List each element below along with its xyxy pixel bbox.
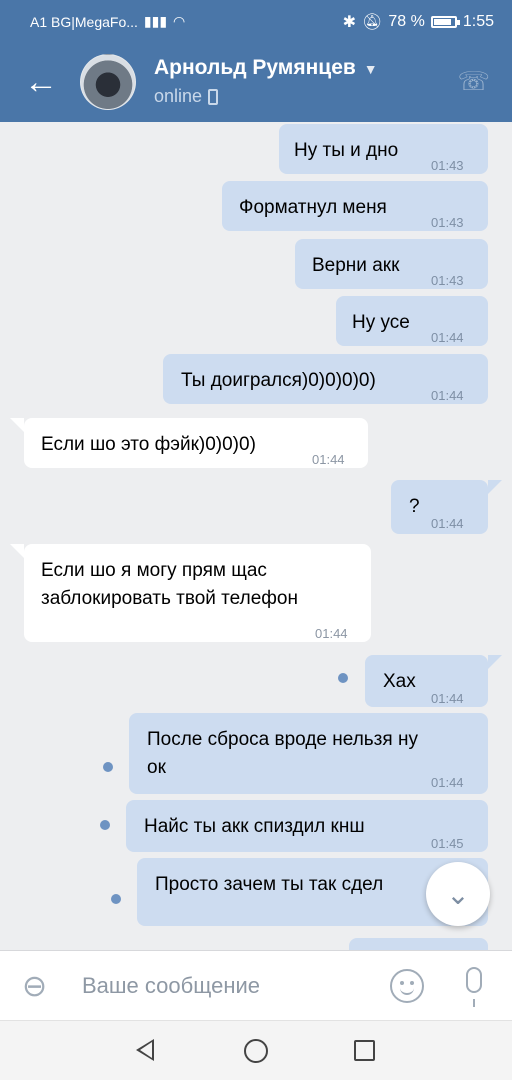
message-composer: ⊘ Ваше сообщение	[0, 950, 512, 1020]
message-bubble[interactable]: Если шо я могу прям щас заблокировать тв…	[24, 544, 371, 642]
nav-back-icon[interactable]	[136, 1039, 154, 1061]
message-time: 01:44	[431, 388, 464, 403]
mobile-icon	[208, 88, 219, 105]
message-time: 01:43	[431, 158, 464, 173]
wifi-icon: ◠	[173, 13, 186, 29]
message-text: После сброса вроде нельзя ну ок	[147, 729, 418, 778]
message-bubble[interactable]: Верни акк 01:43	[295, 239, 488, 289]
message-time: 01:44	[315, 626, 348, 641]
message-text: Найс ты акк спиздил кнш	[144, 816, 365, 837]
smile-icon[interactable]	[390, 969, 424, 1003]
carrier-label: A1 BG|MegaFo...	[30, 13, 138, 30]
message-time: 01:43	[431, 273, 464, 288]
contact-name: Арнольд Румянцев	[154, 56, 356, 79]
chat-header: ← Арнольд Румянцев ▼ online ☏	[0, 42, 512, 122]
system-nav-bar	[0, 1020, 512, 1080]
message-text: Если шо я могу прям щас заблокировать тв…	[41, 560, 298, 609]
bubble-tail	[488, 655, 502, 669]
message-text: Ну усе	[352, 312, 410, 333]
message-text: Ты доигрался)0)0)0)0)	[181, 370, 376, 391]
unread-dot	[338, 673, 348, 683]
message-bubble[interactable]: Если шо это фэйк)0)0)0) 01:44	[24, 418, 368, 468]
message-bubble[interactable]: Ну усе 01:44	[336, 296, 488, 346]
unread-dot	[100, 820, 110, 830]
scroll-down-button[interactable]: ⌄	[426, 862, 490, 926]
unread-dot	[103, 762, 113, 772]
status-right: ✱ 🔕︎ 78 % 1:55	[343, 12, 494, 32]
online-status: online	[154, 86, 203, 106]
clock: 1:55	[462, 13, 494, 30]
message-bubble[interactable]: После сброса вроде нельзя ну ок 01:44	[129, 713, 488, 794]
battery-fill	[433, 19, 452, 25]
message-bubble[interactable]	[349, 938, 488, 950]
bubble-tail	[10, 544, 24, 558]
message-time: 01:44	[431, 330, 464, 345]
nav-recents-icon[interactable]	[354, 1040, 375, 1061]
message-text: Просто зачем ты так сдел	[155, 874, 384, 895]
message-bubble[interactable]: Хах 01:44	[365, 655, 488, 707]
contact-status-row: online	[154, 86, 219, 107]
avatar[interactable]	[80, 54, 136, 110]
back-arrow-icon[interactable]: ←	[24, 62, 58, 102]
message-bubble[interactable]: ? 01:44	[391, 480, 488, 534]
battery-percent: 78 %	[388, 13, 425, 30]
message-time: 01:45	[431, 836, 464, 851]
bluetooth-icon: ✱	[342, 14, 357, 31]
chevron-down-icon: ▼	[363, 61, 378, 77]
message-time: 01:43	[431, 215, 464, 230]
chevron-down-icon: ⌄	[446, 878, 470, 910]
bubble-tail	[10, 418, 24, 432]
message-time: 01:44	[431, 691, 464, 706]
message-bubble[interactable]: Найс ты акк спиздил кнш 01:45	[126, 800, 488, 852]
message-text: ?	[409, 496, 420, 517]
message-text: Если шо это фэйк)0)0)0)	[41, 434, 256, 455]
bubble-tail	[488, 480, 502, 494]
message-input[interactable]: Ваше сообщение	[82, 973, 260, 999]
message-time: 01:44	[431, 775, 464, 790]
status-left: A1 BG|MegaFo... ▮▮▮ ◠	[30, 13, 185, 30]
battery-icon	[430, 16, 460, 28]
message-text: Ну ты и дно	[294, 140, 399, 161]
message-text: Верни акк	[312, 255, 400, 276]
message-bubble[interactable]: Ну ты и дно 01:43	[279, 124, 488, 174]
message-time: 01:44	[431, 516, 464, 531]
status-bar: A1 BG|MegaFo... ▮▮▮ ◠ ✱ 🔕︎ 78 % 1:55	[0, 0, 512, 42]
microphone-icon[interactable]	[466, 967, 482, 1007]
message-bubble[interactable]: Ты доигрался)0)0)0)0) 01:44	[163, 354, 488, 404]
contact-name-row[interactable]: Арнольд Румянцев ▼	[154, 56, 378, 80]
signal-icon: ▮▮▮	[143, 13, 168, 29]
message-list[interactable]: Ну ты и дно 01:43 Форматнул меня 01:43 В…	[0, 122, 512, 950]
message-text: Хах	[383, 671, 416, 692]
unread-dot	[111, 894, 121, 904]
message-bubble[interactable]: Форматнул меня 01:43	[222, 181, 488, 231]
paperclip-icon[interactable]: ⊘	[13, 965, 56, 1008]
mute-icon: 🔕︎	[362, 14, 383, 31]
phone-icon[interactable]: ☏	[457, 66, 490, 97]
message-time: 01:44	[312, 452, 345, 467]
nav-home-icon[interactable]	[244, 1039, 268, 1063]
message-text: Форматнул меня	[239, 197, 387, 218]
